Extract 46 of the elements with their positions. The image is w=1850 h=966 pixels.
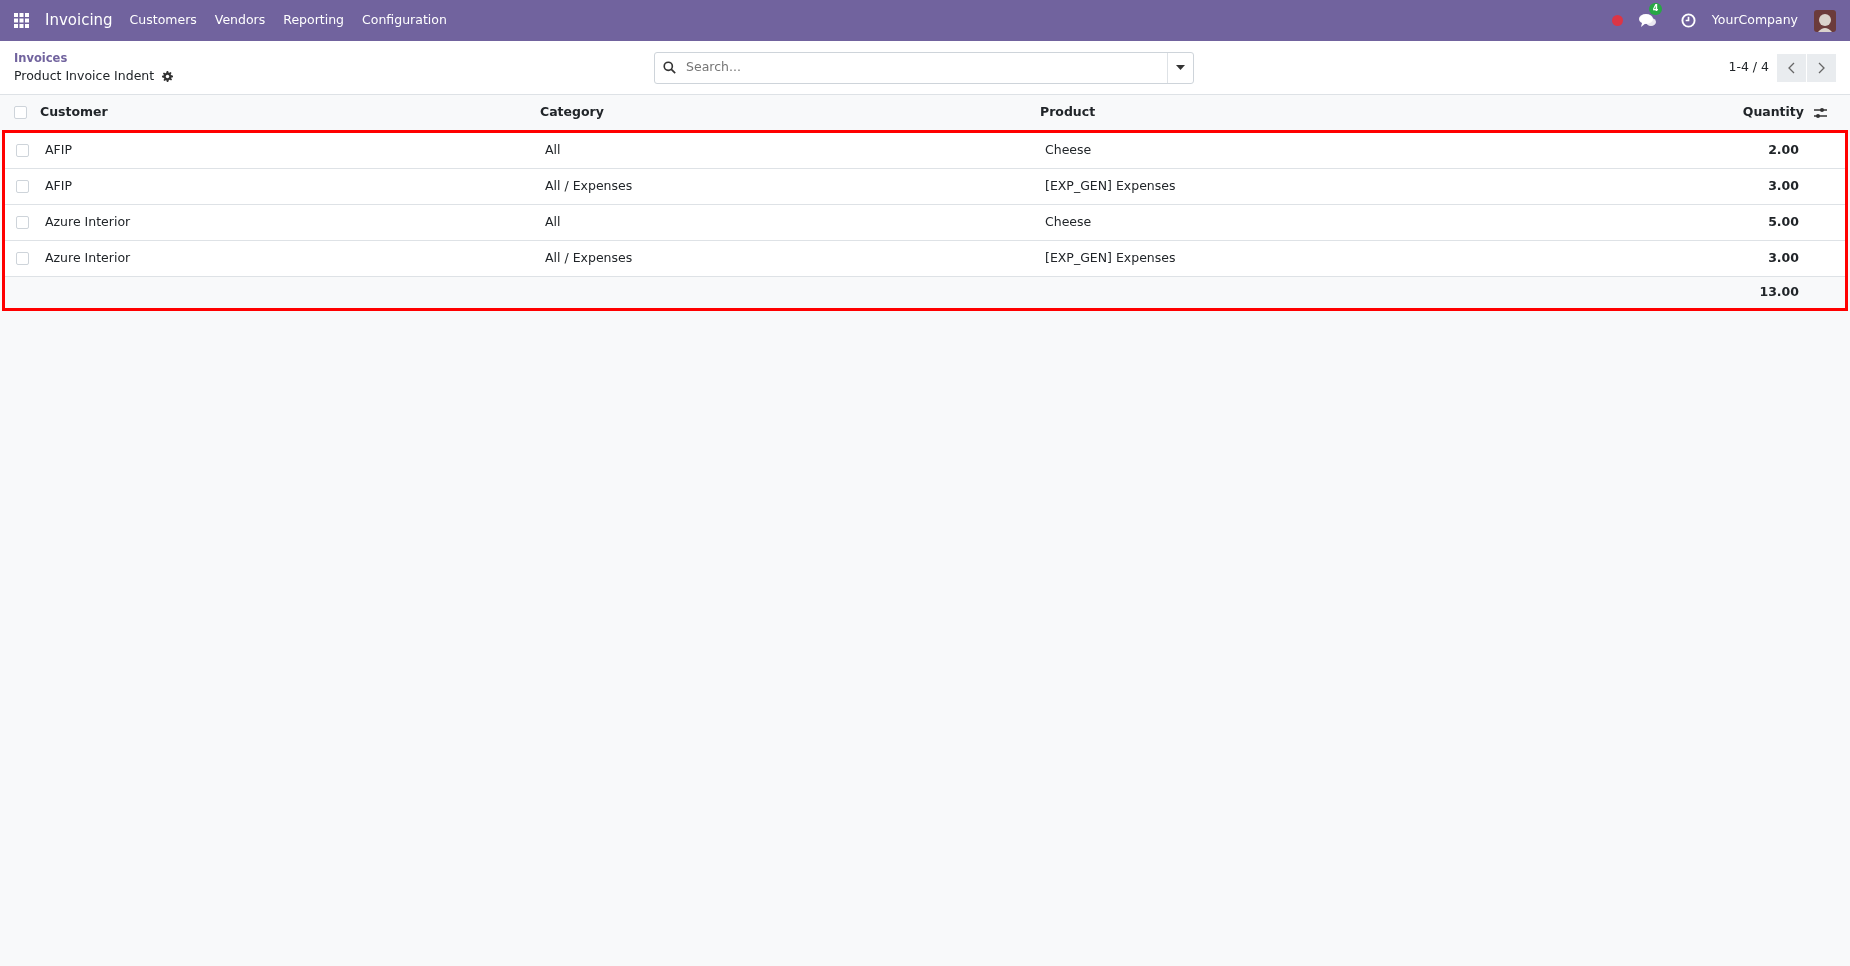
table-cell-text: All / Expenses xyxy=(545,177,634,196)
table-cell-text: Cheese xyxy=(1045,141,1093,160)
total-quantity: 13.00 xyxy=(1758,283,1800,302)
app-name[interactable]: Invoicing xyxy=(45,9,113,32)
table-cell-text: Azure Interior xyxy=(45,249,132,268)
clock-icon[interactable] xyxy=(1680,13,1696,28)
pager-value: 1-4 / 4 xyxy=(1728,58,1769,77)
table-cell-text: All / Expenses xyxy=(545,249,634,268)
status-dot-icon xyxy=(1611,15,1623,26)
table-cell-text: All xyxy=(545,141,562,160)
company-name[interactable]: YourCompany xyxy=(1711,11,1798,30)
table-cell-text: Cheese xyxy=(1045,213,1093,232)
row-checkbox[interactable] xyxy=(16,216,29,229)
table-cell-text: [EXP_GEN] Expenses xyxy=(1045,177,1177,196)
chat-icon[interactable] xyxy=(1638,13,1657,29)
row-checkbox[interactable] xyxy=(16,144,29,157)
table-cell-text: AFIP xyxy=(45,177,73,196)
settings-icon[interactable] xyxy=(162,70,174,82)
breadcrumb-link[interactable]: Invoices xyxy=(14,49,68,67)
row-checkbox[interactable] xyxy=(16,180,29,193)
table-cell-text: 3.00 xyxy=(1767,249,1800,268)
column-header[interactable]: Category xyxy=(540,103,1040,122)
column-header[interactable]: Quantity xyxy=(1664,103,1814,122)
table-cell-text: 3.00 xyxy=(1767,177,1800,196)
search-field[interactable]: Search... xyxy=(654,51,1194,84)
message-count-badge: 4 xyxy=(1648,3,1663,16)
menu-item[interactable]: Reporting xyxy=(274,11,354,30)
chevron-right-icon xyxy=(1816,60,1827,75)
apps-grid-icon[interactable] xyxy=(14,13,29,28)
table-cell-text: All xyxy=(545,213,562,232)
page-title: Product Invoice Indent xyxy=(14,66,155,85)
select-all-checkbox[interactable] xyxy=(14,106,27,119)
table-cell-text: 2.00 xyxy=(1767,141,1800,160)
column-header[interactable]: Product xyxy=(1040,103,1664,122)
menu-item[interactable]: Vendors xyxy=(205,11,275,30)
table-cell-text: AFIP xyxy=(45,141,73,160)
row-checkbox[interactable] xyxy=(16,252,29,265)
table-cell-text: [EXP_GEN] Expenses xyxy=(1045,249,1177,268)
table-cell-text: Azure Interior xyxy=(45,213,132,232)
chevron-left-icon xyxy=(1786,60,1797,75)
menu-item[interactable]: Configuration xyxy=(353,11,456,30)
menu-item[interactable]: Customers xyxy=(120,11,206,30)
avatar-icon[interactable] xyxy=(1814,9,1836,32)
column-header[interactable]: Customer xyxy=(40,103,540,122)
search-icon xyxy=(663,61,676,74)
table-cell-text: 5.00 xyxy=(1767,213,1800,232)
